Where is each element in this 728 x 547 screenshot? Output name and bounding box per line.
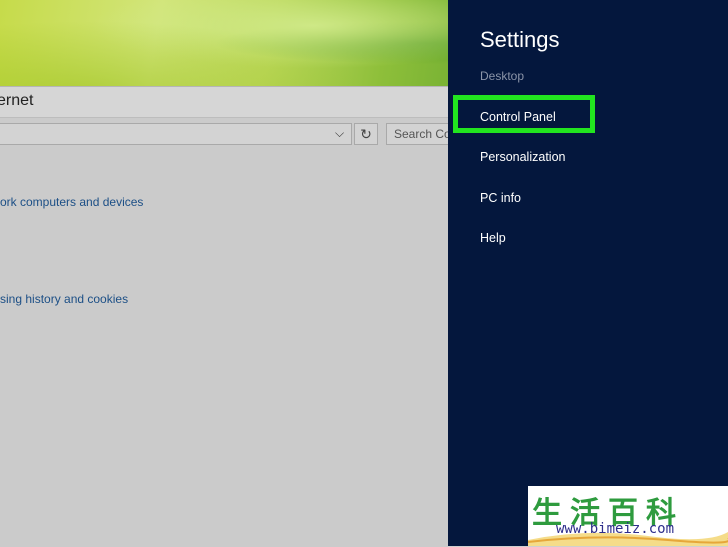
control-panel-window: ernet ⌵ ↻ Search Co ork computers and de… [0,86,465,547]
settings-item-help[interactable]: Help [480,231,506,245]
settings-item-personalization[interactable]: Personalization [480,150,565,164]
settings-context-label: Desktop [480,69,525,83]
settings-item-pc-info[interactable]: PC info [480,191,521,205]
window-title: ernet [0,92,34,109]
link-network-devices[interactable]: ork computers and devices [0,195,143,209]
window-titlebar: ernet [0,87,448,118]
chevron-down-icon[interactable]: ⌵ [335,126,344,141]
settings-charm-panel: Settings Desktop Control Panel Personali… [448,0,728,546]
refresh-button[interactable]: ↻ [354,123,378,145]
link-browsing-history[interactable]: sing history and cookies [0,292,128,306]
settings-title: Settings [480,27,560,52]
watermark: 生活百科 www.bimeiz.com [528,486,728,546]
search-placeholder: Search Co [394,127,451,141]
settings-item-control-panel[interactable]: Control Panel [480,110,556,124]
refresh-icon: ↻ [360,126,372,142]
watermark-url: www.bimeiz.com [556,521,675,537]
desktop-wallpaper [0,0,448,86]
address-bar[interactable] [0,123,352,145]
